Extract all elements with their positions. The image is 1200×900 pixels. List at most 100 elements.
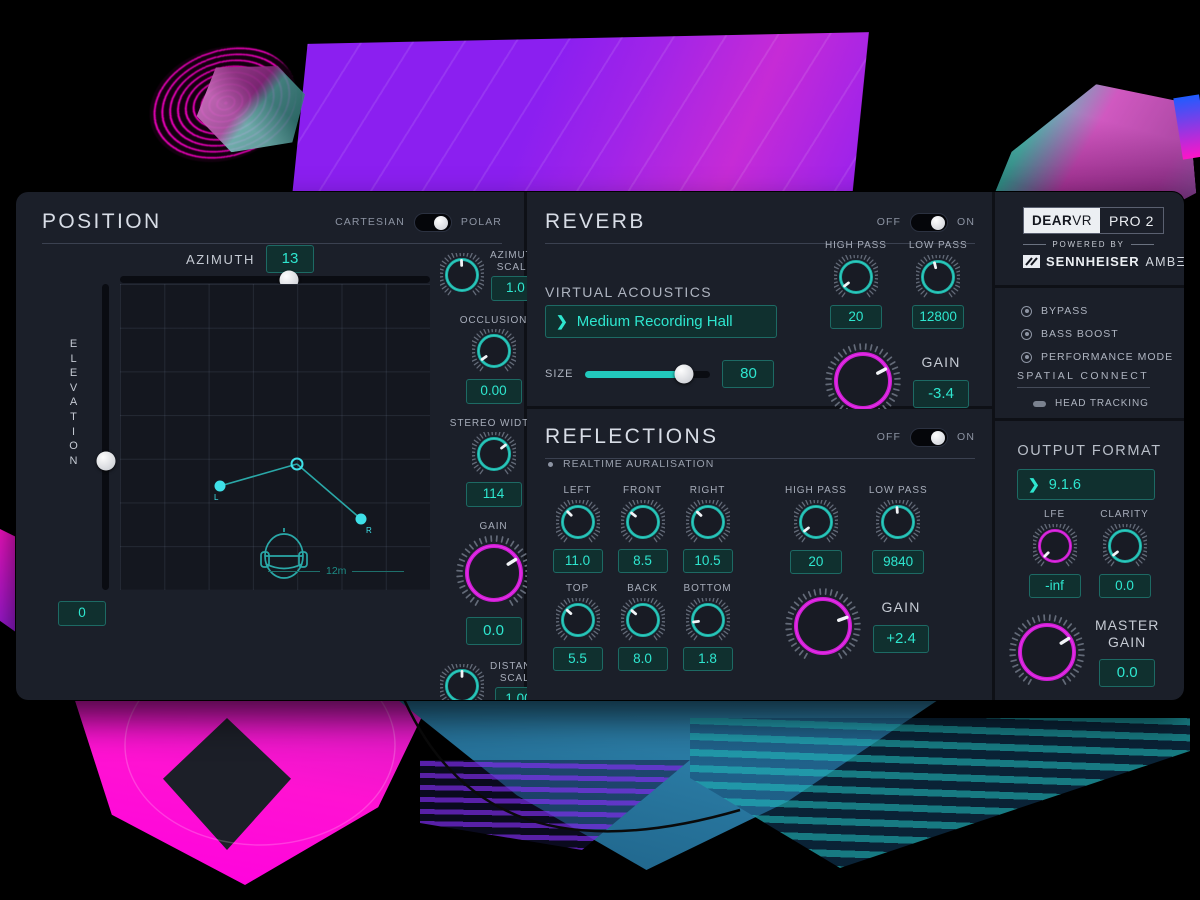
options-panel: BYPASS BASS BOOST PERFORMANCE MODE SPATI… xyxy=(995,288,1184,418)
decor-purple-slab xyxy=(291,32,869,206)
reverb-low-pass-knob[interactable] xyxy=(916,254,961,299)
realtime-auralisation-label: REALTIME AURALISATION xyxy=(563,458,715,470)
reverb-gain-label: GAIN xyxy=(921,354,961,371)
powered-by-label: POWERED BY xyxy=(1052,240,1125,249)
reflections-left-knob-group: LEFT 11.0 xyxy=(545,485,610,573)
logo-badge-pro2: PRO 2 xyxy=(1109,212,1155,229)
reverb-filter-knobs: HIGH PASS 20 LOW PASS 12800 xyxy=(825,240,969,329)
azimuth-scale-knob[interactable] xyxy=(440,253,484,297)
reflections-top-value[interactable]: 5.5 xyxy=(552,646,603,671)
reverb-size-handle[interactable] xyxy=(674,364,694,384)
reflections-power-toggle-row: OFF ON xyxy=(876,427,975,447)
reflections-off-label: OFF xyxy=(876,431,902,443)
stereo-width-value[interactable]: 114 xyxy=(465,482,522,507)
reflections-right-value[interactable]: 10.5 xyxy=(682,548,733,573)
reflections-direction-knobs: LEFT 11.0 FRONT 8.5 RIGHT 10.5 TOP 5.5 BACK … xyxy=(545,485,755,671)
sennheiser-logo-icon xyxy=(1023,255,1040,268)
master-gain-value[interactable]: 0.0 xyxy=(1099,659,1156,688)
azimuth-slider[interactable] xyxy=(120,270,430,289)
option-label: PERFORMANCE MODE xyxy=(1041,351,1174,363)
option-performance-mode[interactable]: PERFORMANCE MODE xyxy=(1021,351,1173,363)
reverb-power-toggle[interactable] xyxy=(910,212,949,232)
lfe-knob[interactable] xyxy=(1032,523,1077,568)
polar-label: POLAR xyxy=(460,216,502,228)
cartesian-polar-toggle[interactable] xyxy=(413,212,452,232)
clarity-knob[interactable] xyxy=(1102,523,1147,568)
reflections-top-knob[interactable] xyxy=(555,597,600,642)
reflections-power-toggle[interactable] xyxy=(910,427,949,447)
virtual-acoustics-value: Medium Recording Hall xyxy=(576,313,733,330)
master-gain-knob[interactable] xyxy=(1009,614,1085,690)
distance-scale-knob[interactable] xyxy=(440,664,484,700)
reflections-low-pass-value[interactable]: 9840 xyxy=(872,549,925,574)
reverb-power-toggle-row: OFF ON xyxy=(876,212,975,232)
reflections-front-label: FRONT xyxy=(623,485,662,496)
source-center-handle[interactable] xyxy=(290,457,304,471)
elevation-slider-handle[interactable] xyxy=(96,451,115,471)
reverb-low-pass-value[interactable]: 12800 xyxy=(912,304,965,329)
reflections-high-pass-knob[interactable] xyxy=(793,499,838,544)
elevation-slider[interactable] xyxy=(96,284,115,590)
option-bypass[interactable]: BYPASS xyxy=(1021,305,1173,317)
reflections-left-value[interactable]: 11.0 xyxy=(552,548,603,573)
reflections-front-knob[interactable] xyxy=(620,499,665,544)
reverb-size-slider[interactable] xyxy=(585,364,711,384)
option-bass-boost[interactable]: BASS BOOST xyxy=(1021,328,1173,340)
virtual-acoustics-label: VIRTUAL ACOUSTICS xyxy=(545,284,712,300)
position-gain-value[interactable]: 0.0 xyxy=(465,617,522,645)
reflections-front-value[interactable]: 8.5 xyxy=(617,548,668,573)
reflections-high-pass-knob-group: HIGH PASS 20 xyxy=(785,485,847,574)
sennheiser-label: SENNHEISER xyxy=(1046,254,1140,269)
reflections-right-label: RIGHT xyxy=(689,485,726,496)
toggle-thumb xyxy=(930,215,945,230)
head-tracking-toggle[interactable] xyxy=(1033,400,1046,407)
position-title-rule xyxy=(42,243,502,244)
reverb-high-pass-value[interactable]: 20 xyxy=(829,304,882,329)
output-small-knobs: LFE -inf CLARITY 0.0 xyxy=(995,509,1184,598)
occlusion-knob[interactable] xyxy=(471,329,516,373)
reverb-gain-value[interactable]: -3.4 xyxy=(913,379,969,408)
clarity-value[interactable]: 0.0 xyxy=(1098,573,1151,598)
reverb-gain-knob[interactable] xyxy=(825,343,901,419)
spatial-connect-label: SPATIAL CONNECT xyxy=(1017,370,1150,382)
reflections-right-knob-group: RIGHT 10.5 xyxy=(675,485,740,573)
reflections-gain-label: GAIN xyxy=(881,599,921,616)
source-right-dot[interactable] xyxy=(355,513,367,525)
center-column: REVERB OFF ON VIRTUAL ACOUSTICS ❯ Medium… xyxy=(527,192,992,700)
reflections-bottom-knob[interactable] xyxy=(685,597,730,642)
reflections-back-knob[interactable] xyxy=(620,597,665,642)
reflections-low-pass-knob-group: LOW PASS 9840 xyxy=(869,485,928,574)
elevation-value[interactable]: 0 xyxy=(58,601,106,626)
output-format-title: OUTPUT FORMAT xyxy=(1017,443,1162,459)
position-gain-knob[interactable] xyxy=(455,535,532,611)
reverb-size-label: SIZE xyxy=(545,368,574,380)
stereo-width-knob[interactable] xyxy=(471,432,516,476)
lfe-value[interactable]: -inf xyxy=(1028,573,1081,598)
reflections-bottom-knob-group: BOTTOM 1.8 xyxy=(675,583,740,671)
reflections-gain-value[interactable]: +2.4 xyxy=(873,624,929,653)
chevron-right-icon: ❯ xyxy=(556,313,568,329)
status-dot-icon xyxy=(548,461,553,467)
output-format-dropdown[interactable]: ❯ 9.1.6 xyxy=(1017,469,1155,500)
reverb-off-label: OFF xyxy=(876,216,902,228)
reflections-low-pass-knob[interactable] xyxy=(876,499,921,544)
logo-dear: DEAR xyxy=(1032,213,1073,228)
reflections-bottom-value[interactable]: 1.8 xyxy=(682,646,733,671)
azimuth-value[interactable]: 13 xyxy=(265,245,314,273)
reverb-high-pass-knob[interactable] xyxy=(833,254,878,299)
virtual-acoustics-dropdown[interactable]: ❯ Medium Recording Hall xyxy=(545,305,777,338)
reverb-high-pass-knob-group: HIGH PASS 20 xyxy=(825,240,887,329)
source-left-dot[interactable] xyxy=(214,480,226,492)
occlusion-value[interactable]: 0.00 xyxy=(465,379,522,404)
master-gain-group: MASTER GAIN 0.0 xyxy=(995,614,1184,690)
reverb-size-value[interactable]: 80 xyxy=(722,360,775,388)
reflections-left-label: LEFT xyxy=(563,485,592,496)
reverb-low-pass-label: LOW PASS xyxy=(908,240,968,251)
reflections-back-value[interactable]: 8.0 xyxy=(617,646,668,671)
position-grid[interactable]: L R 12m xyxy=(120,284,430,590)
reflections-gain-knob[interactable] xyxy=(785,588,861,664)
radio-icon xyxy=(1021,351,1032,363)
reflections-high-pass-value[interactable]: 20 xyxy=(789,549,842,574)
reflections-left-knob[interactable] xyxy=(555,499,600,544)
reflections-right-knob[interactable] xyxy=(685,499,730,544)
